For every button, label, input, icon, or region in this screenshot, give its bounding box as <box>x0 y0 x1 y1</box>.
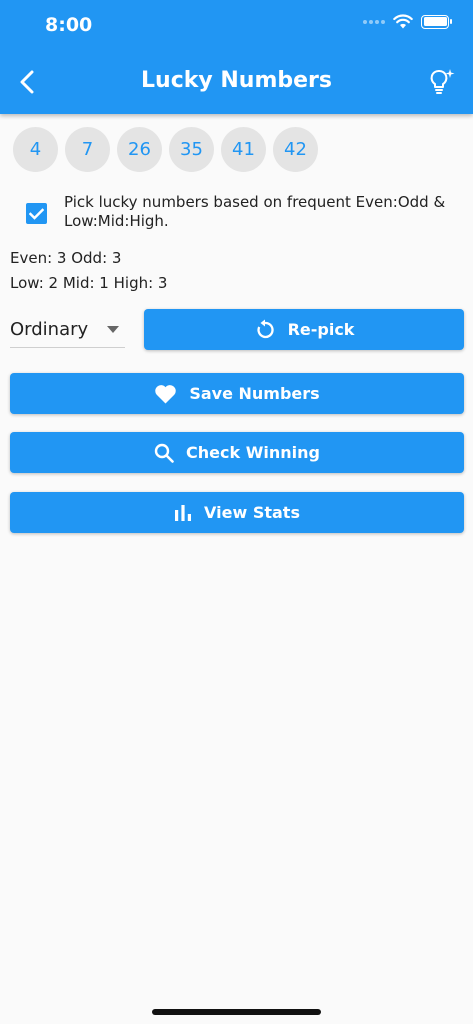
dropdown-arrow-icon <box>107 325 119 333</box>
view-stats-label: View Stats <box>204 503 300 522</box>
number-ball: 41 <box>221 127 266 172</box>
check-winning-label: Check Winning <box>186 443 320 462</box>
cellular-signal-icon <box>363 19 385 24</box>
save-numbers-button[interactable]: Save Numbers <box>10 373 464 414</box>
lightbulb-icon <box>430 69 455 94</box>
repick-label: Re-pick <box>287 320 355 339</box>
game-type-value: Ordinary <box>10 318 89 340</box>
replay-icon <box>257 319 274 338</box>
frequency-pick-option: Pick lucky numbers based on frequent Eve… <box>26 193 456 231</box>
bar-chart-icon <box>175 505 192 521</box>
checkmark-icon <box>29 207 44 220</box>
lucky-numbers-row: 4 7 26 35 41 42 <box>13 127 318 172</box>
status-icons <box>363 14 452 29</box>
frequency-pick-checkbox[interactable] <box>26 203 47 224</box>
number-ball: 7 <box>65 127 110 172</box>
number-ball: 26 <box>117 127 162 172</box>
game-type-dropdown[interactable]: Ordinary <box>10 311 125 348</box>
frequency-pick-label: Pick lucky numbers based on frequent Eve… <box>64 193 446 230</box>
even-odd-stats: Even: 3 Odd: 3 <box>10 249 122 267</box>
view-stats-button[interactable]: View Stats <box>10 492 464 533</box>
repick-button[interactable]: Re-pick <box>144 309 464 350</box>
number-ball: 4 <box>13 127 58 172</box>
home-indicator <box>152 1009 321 1015</box>
search-icon <box>154 443 174 463</box>
wifi-icon <box>393 14 413 29</box>
page-title: Lucky Numbers <box>141 68 332 93</box>
number-ball: 42 <box>273 127 318 172</box>
lucky-hint-button[interactable] <box>425 64 459 100</box>
low-mid-high-stats: Low: 2 Mid: 1 High: 3 <box>10 274 168 292</box>
save-numbers-label: Save Numbers <box>189 384 320 403</box>
battery-icon <box>421 14 452 29</box>
check-winning-button[interactable]: Check Winning <box>10 432 464 473</box>
app-bar: 8:00 Lucky Numbers <box>0 0 473 114</box>
heart-icon <box>155 385 177 404</box>
status-time: 8:00 <box>45 14 93 36</box>
number-ball: 35 <box>169 127 214 172</box>
